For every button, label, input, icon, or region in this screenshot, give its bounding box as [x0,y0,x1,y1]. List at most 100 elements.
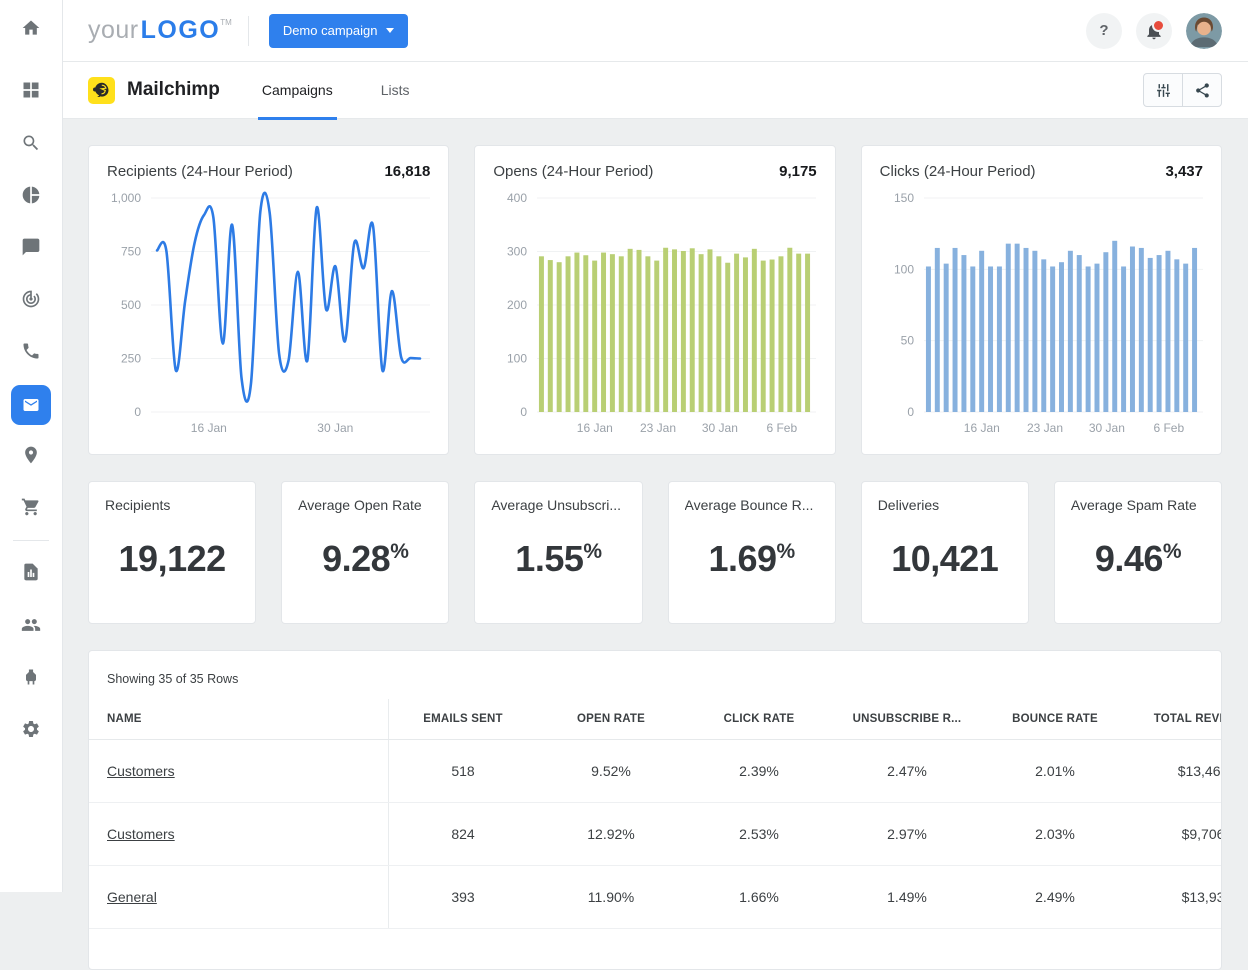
kpi-average-bounce-rate: Average Bounce R... 1.69% [668,481,836,624]
help-button[interactable]: ? [1086,13,1122,49]
brand-logo[interactable]: your LOGO TM [88,16,232,45]
share-button[interactable] [1182,73,1222,107]
campaign-link[interactable]: General [107,889,157,905]
filters-sliders-icon [1155,82,1172,99]
column-header-open-rate[interactable]: OPEN RATE [537,713,685,725]
tab-lists[interactable]: Lists [381,62,410,119]
report-file-icon[interactable] [0,562,62,582]
tab-campaigns[interactable]: Campaigns [262,62,333,119]
campaign-link[interactable]: Customers [107,763,175,779]
logo-tm: TM [220,18,232,27]
svg-text:6 Feb: 6 Feb [1153,421,1184,435]
email-icon-active[interactable] [11,385,51,425]
kpi-label: Average Bounce R... [685,497,819,513]
svg-text:300: 300 [507,245,527,259]
svg-text:30 Jan: 30 Jan [317,421,353,435]
cell-unsubscribe-rate: 2.97% [833,826,981,842]
svg-text:30 Jan: 30 Jan [702,421,738,435]
svg-text:1,000: 1,000 [111,191,141,205]
logo-your: your [88,16,139,45]
kpi-value: 9.46% [1055,538,1221,580]
cell-bounce-rate: 2.03% [981,826,1129,842]
column-header-name[interactable]: NAME [89,699,389,739]
sidebar-divider [13,540,49,541]
cell-open-rate: 9.52% [537,763,685,779]
cell-unsubscribe-rate: 2.47% [833,763,981,779]
clicks-chart-card: Clicks (24-Hour Period) 3,437 1501005001… [861,145,1222,455]
page-title: Mailchimp [127,79,220,101]
kpi-value: 10,421 [862,538,1028,580]
header-divider [248,16,249,46]
phone-icon[interactable] [0,341,62,361]
campaign-selector-label: Demo campaign [283,23,378,38]
svg-text:50: 50 [900,334,914,348]
svg-text:30 Jan: 30 Jan [1089,421,1125,435]
column-header-click-rate[interactable]: CLICK RATE [685,713,833,725]
svg-text:0: 0 [521,405,528,419]
cell-bounce-rate: 2.49% [981,889,1129,905]
cell-bounce-rate: 2.01% [981,763,1129,779]
recipients-chart-card: Recipients (24-Hour Period) 16,818 1,000… [88,145,449,455]
chart-cards-row: Recipients (24-Hour Period) 16,818 1,000… [88,145,1222,455]
svg-text:6 Feb: 6 Feb [767,421,798,435]
chart-title: Clicks (24-Hour Period) [880,163,1036,180]
column-header-unsubscribe-rate[interactable]: UNSUBSCRIBE R... [833,713,981,725]
location-pin-icon[interactable] [0,445,62,465]
opens-bar-chart: 400300200100016 Jan23 Jan30 Jan6 Feb [491,186,818,438]
kpi-cards-row: Recipients 19,122 Average Open Rate 9.28… [88,481,1222,624]
home-icon[interactable] [0,18,62,38]
chart-title: Opens (24-Hour Period) [493,163,653,180]
remarketing-target-icon[interactable] [0,289,62,309]
kpi-recipients: Recipients 19,122 [88,481,256,624]
notifications-button[interactable] [1136,13,1172,49]
cell-click-rate: 1.66% [685,889,833,905]
cell-emails-sent: 393 [389,889,537,905]
filters-button[interactable] [1143,73,1183,107]
gear-icon[interactable] [0,719,62,739]
campaign-selector-button[interactable]: Demo campaign [269,14,409,48]
chart-total-value: 9,175 [779,163,817,180]
sidebar [0,0,63,892]
campaign-link[interactable]: Customers [107,826,175,842]
svg-text:100: 100 [894,262,914,276]
notification-badge [1152,19,1165,32]
user-avatar[interactable] [1186,13,1222,49]
kpi-average-open-rate: Average Open Rate 9.28% [281,481,449,624]
kpi-value: 1.55% [475,538,641,580]
svg-text:16 Jan: 16 Jan [577,421,613,435]
kpi-label: Average Open Rate [298,497,432,513]
kpi-label: Average Unsubscri... [491,497,625,513]
table-header-row: NAME EMAILS SENT OPEN RATE CLICK RATE UN… [89,699,1221,740]
help-icon: ? [1099,22,1108,39]
kpi-label: Deliveries [878,497,1012,513]
chart-title: Recipients (24-Hour Period) [107,163,293,180]
svg-text:500: 500 [121,298,141,312]
svg-text:400: 400 [507,191,527,205]
opens-chart-card: Opens (24-Hour Period) 9,175 40030020010… [474,145,835,455]
column-header-emails-sent[interactable]: EMAILS SENT [389,713,537,725]
campaigns-table-card: Showing 35 of 35 Rows NAME EMAILS SENT O… [88,650,1222,970]
dashboard-grid-icon[interactable] [0,80,62,100]
svg-text:150: 150 [894,191,914,205]
table-row: Customers 518 9.52% 2.39% 2.47% 2.01% $1… [89,740,1221,803]
table-row: General 393 11.90% 1.66% 1.49% 2.49% $13… [89,866,1221,929]
kpi-label: Average Spam Rate [1071,497,1205,513]
cell-click-rate: 2.39% [685,763,833,779]
kpi-value: 19,122 [89,538,255,580]
cart-icon[interactable] [0,497,62,517]
plug-icon[interactable] [0,667,62,687]
cell-total-revenue: $13,466 [1129,763,1222,779]
pie-chart-icon[interactable] [0,185,62,205]
users-icon[interactable] [0,615,62,635]
cell-click-rate: 2.53% [685,826,833,842]
table-row-count: Showing 35 of 35 Rows [89,651,1221,699]
svg-text:100: 100 [507,352,527,366]
chat-icon[interactable] [0,237,62,257]
svg-text:16 Jan: 16 Jan [963,421,999,435]
column-header-total-revenue[interactable]: TOTAL REVENUE [1129,713,1222,725]
cell-open-rate: 11.90% [537,889,685,905]
mailchimp-logo [88,77,115,104]
column-header-bounce-rate[interactable]: BOUNCE RATE [981,713,1129,725]
recipients-line-chart: 1,000750500250016 Jan30 Jan [105,186,432,438]
search-icon[interactable] [0,133,62,153]
